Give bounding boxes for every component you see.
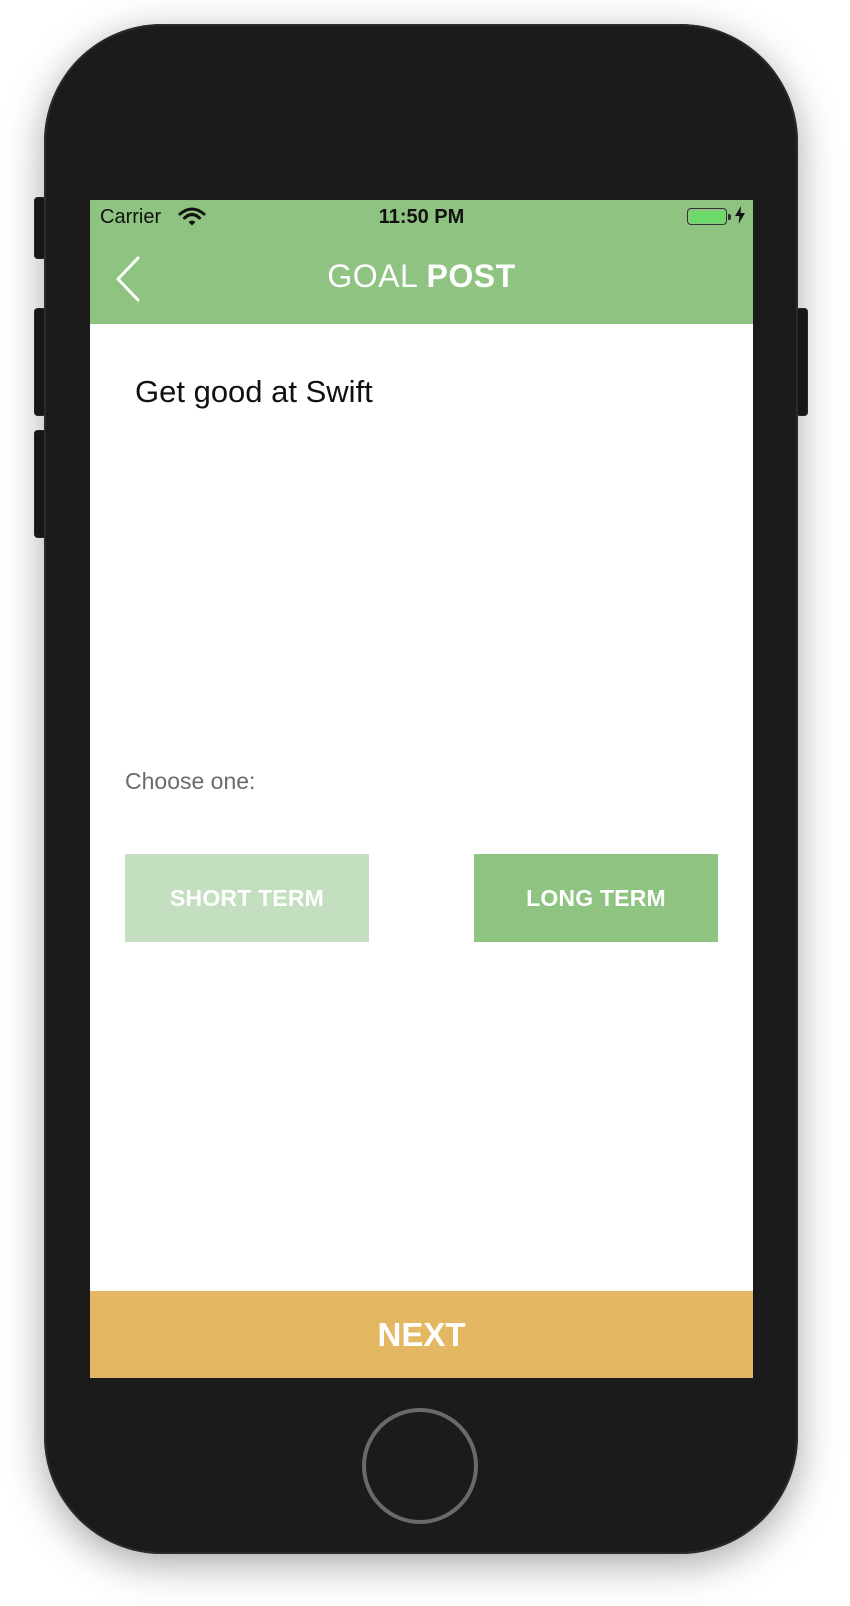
device-canvas: Carrier 11:50 PM GOAL POST Get good at S… xyxy=(0,0,850,1606)
home-button[interactable] xyxy=(362,1408,478,1524)
goal-description: Get good at Swift xyxy=(135,374,373,409)
app-title: GOAL POST xyxy=(90,258,753,295)
choose-one-label: Choose one: xyxy=(125,768,256,794)
navigation-bar: Carrier 11:50 PM GOAL POST xyxy=(90,200,753,324)
long-term-button[interactable]: LONG TERM xyxy=(474,854,718,942)
app-screen: Carrier 11:50 PM GOAL POST Get good at S… xyxy=(90,200,753,1378)
charging-bolt-icon xyxy=(735,206,745,229)
short-term-button[interactable]: SHORT TERM xyxy=(125,854,369,942)
title-goal: GOAL xyxy=(327,258,418,294)
battery-tip xyxy=(728,214,731,220)
battery-icon xyxy=(687,208,727,225)
status-time: 11:50 PM xyxy=(378,206,465,228)
title-post: POST xyxy=(426,258,516,294)
next-button[interactable]: NEXT xyxy=(90,1291,753,1378)
